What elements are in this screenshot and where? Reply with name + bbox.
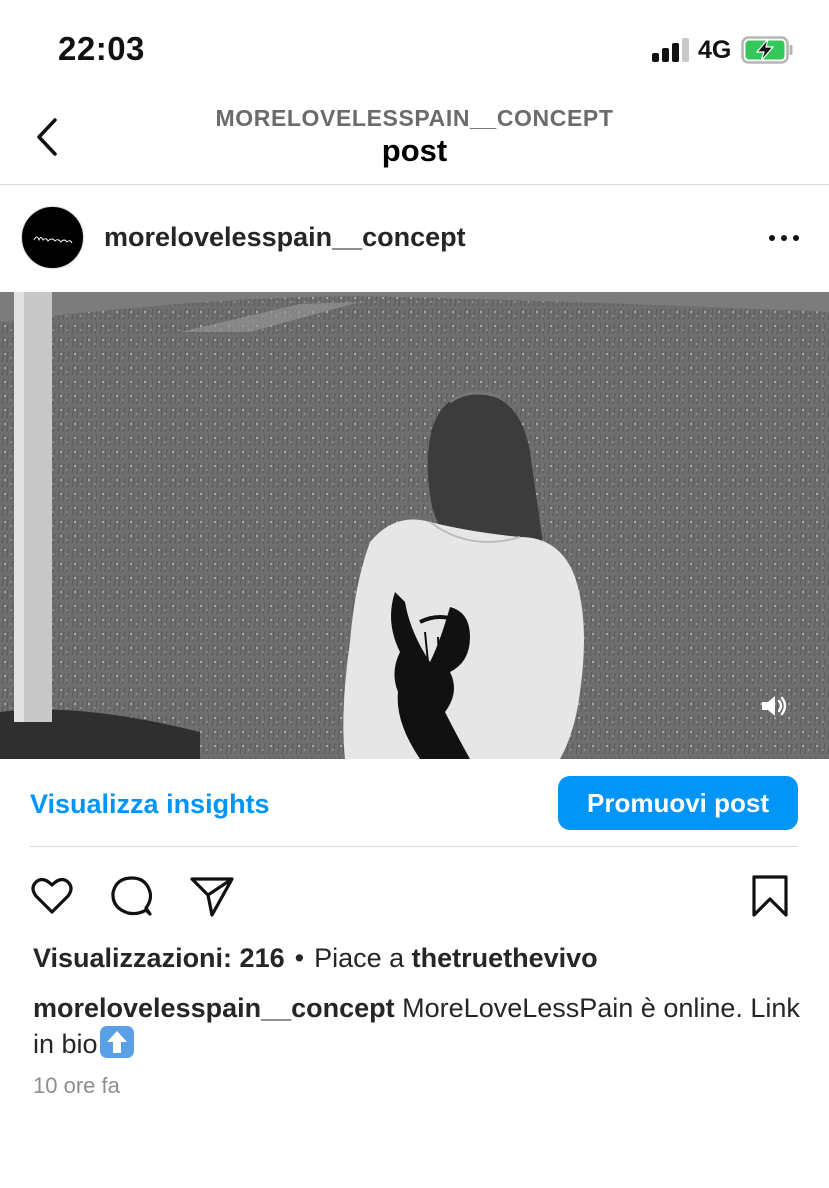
nav-header: MORELOVELESSPAIN__CONCEPT post <box>0 100 829 185</box>
caption-username[interactable]: morelovelesspain__concept <box>33 993 395 1023</box>
post-actions <box>0 866 829 926</box>
video-frame-illustration <box>0 292 829 759</box>
liked-by-prefix: Piace a <box>314 943 405 973</box>
signal-icon <box>652 38 690 62</box>
post-caption: morelovelesspain__concept MoreLoveLessPa… <box>33 990 803 1062</box>
avatar[interactable] <box>21 206 84 269</box>
status-time: 22:03 <box>58 30 145 67</box>
post-username[interactable]: morelovelesspain__concept <box>104 222 466 253</box>
liked-by-user[interactable]: thetruethevivo <box>412 943 598 973</box>
header-account-name: MORELOVELESSPAIN__CONCEPT <box>215 105 614 131</box>
up-arrow-emoji-icon <box>99 1026 134 1058</box>
battery-charging-icon <box>741 36 793 64</box>
status-bar: 22:03 4G <box>0 0 829 100</box>
more-options-icon[interactable] <box>766 226 802 250</box>
views-count: Visualizzazioni: 216 <box>33 943 285 973</box>
insights-row: Visualizza insights Promuovi post <box>30 775 798 847</box>
post-timestamp: 10 ore fa <box>33 1073 120 1098</box>
comment-icon[interactable] <box>108 872 156 920</box>
post-video[interactable] <box>0 292 829 759</box>
views-likes-line: Visualizzazioni: 216 • Piace a thetruethev… <box>33 943 803 974</box>
network-type: 4G <box>698 36 732 64</box>
post-header: morelovelesspain__concept <box>0 186 829 290</box>
avatar-signature-logo <box>33 236 73 244</box>
separator-dot: • <box>294 943 305 973</box>
share-icon[interactable] <box>188 872 236 920</box>
heart-icon[interactable] <box>28 872 76 920</box>
promote-post-button[interactable]: Promuovi post <box>558 776 798 830</box>
bookmark-icon[interactable] <box>746 872 794 920</box>
view-insights-link[interactable]: Visualizza insights <box>30 789 270 820</box>
page-title: post <box>381 133 448 168</box>
sound-icon[interactable] <box>759 691 789 721</box>
